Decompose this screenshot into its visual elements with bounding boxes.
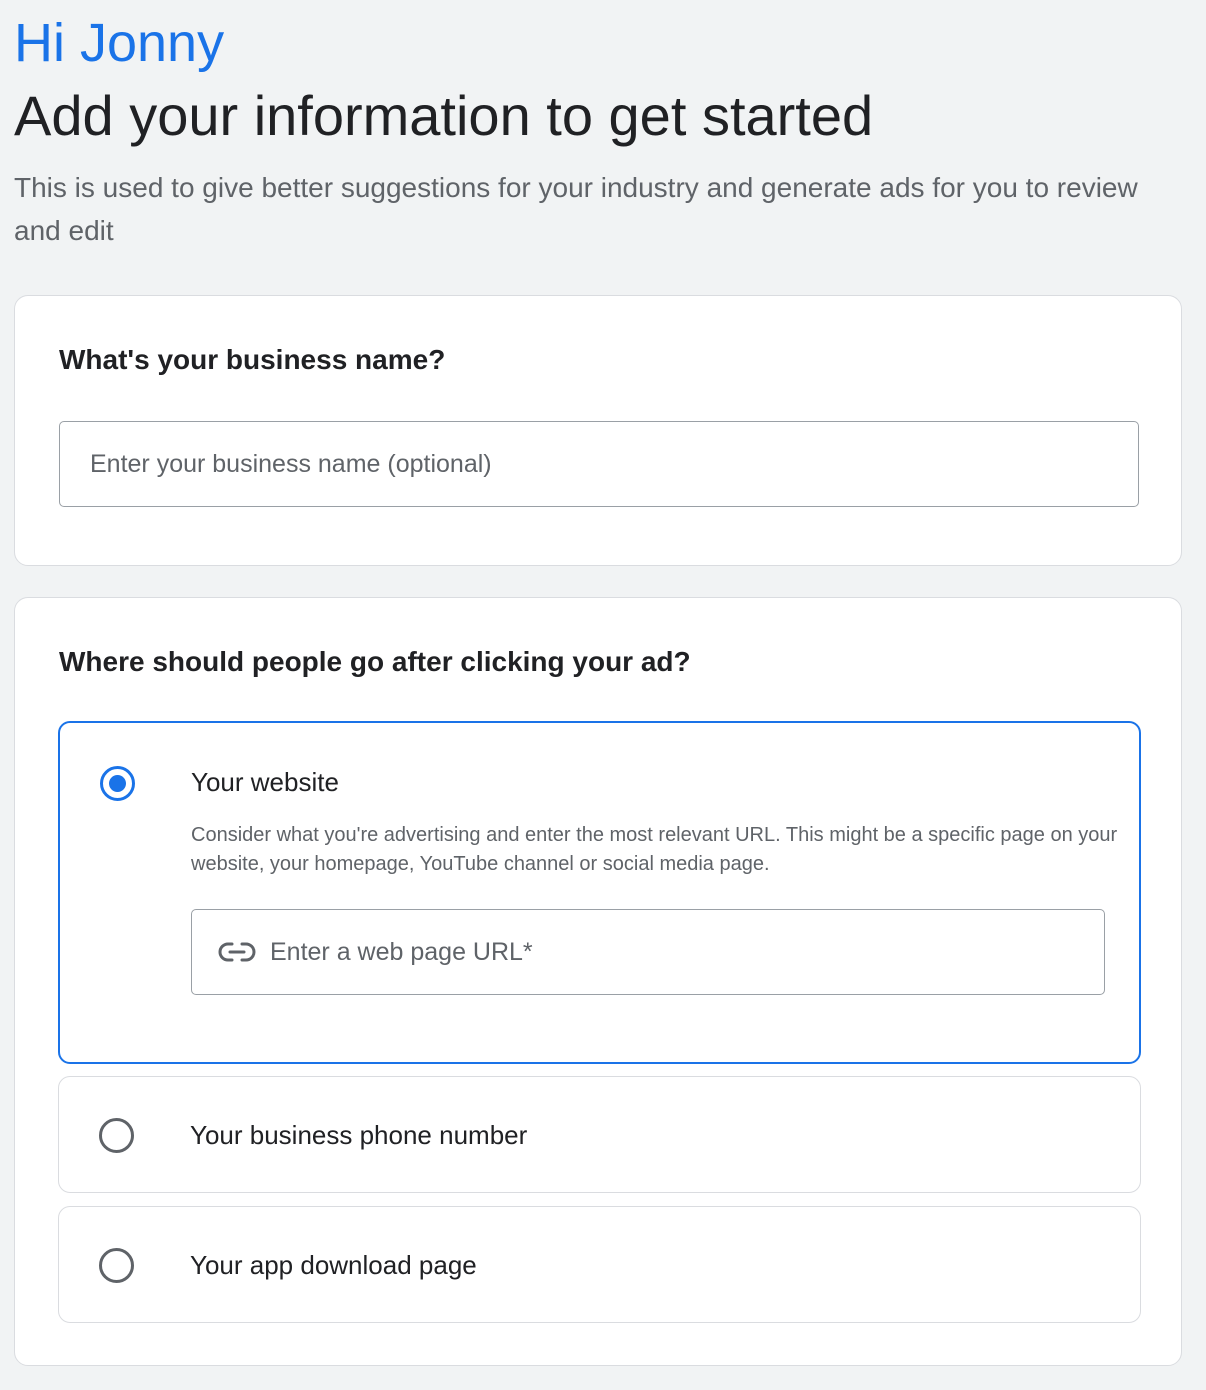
ad-destination-question: Where should people go after clicking yo… bbox=[59, 646, 691, 677]
phone-radio-button[interactable] bbox=[99, 1118, 134, 1153]
website-url-input[interactable] bbox=[270, 910, 1104, 994]
greeting: Hi Jonny bbox=[14, 13, 225, 73]
radio-selected-dot bbox=[109, 775, 126, 792]
business-name-question: What's your business name? bbox=[59, 344, 446, 375]
app-radio-button[interactable] bbox=[99, 1248, 134, 1283]
website-help-text: Consider what you're advertising and ent… bbox=[191, 824, 1118, 875]
website-radio-button[interactable] bbox=[100, 766, 135, 801]
option-phone-number[interactable]: Your business phone number bbox=[58, 1076, 1141, 1193]
business-name-field[interactable] bbox=[59, 421, 1139, 507]
ad-destination-card: Where should people go after clicking yo… bbox=[14, 597, 1182, 1366]
option-app-download[interactable]: Your app download page bbox=[58, 1206, 1141, 1323]
business-name-input[interactable] bbox=[90, 422, 1138, 506]
option-website[interactable]: Your website Consider what you're advert… bbox=[58, 721, 1141, 1064]
option-website-label: Your website bbox=[191, 767, 339, 797]
link-icon bbox=[218, 941, 256, 963]
page-title: Add your information to get started bbox=[14, 84, 874, 147]
option-app-label: Your app download page bbox=[190, 1250, 477, 1280]
website-url-field[interactable] bbox=[191, 909, 1105, 995]
option-phone-label: Your business phone number bbox=[190, 1120, 528, 1150]
page-subtitle: This is used to give better suggestions … bbox=[14, 172, 1138, 246]
business-name-card: What's your business name? bbox=[14, 295, 1182, 566]
